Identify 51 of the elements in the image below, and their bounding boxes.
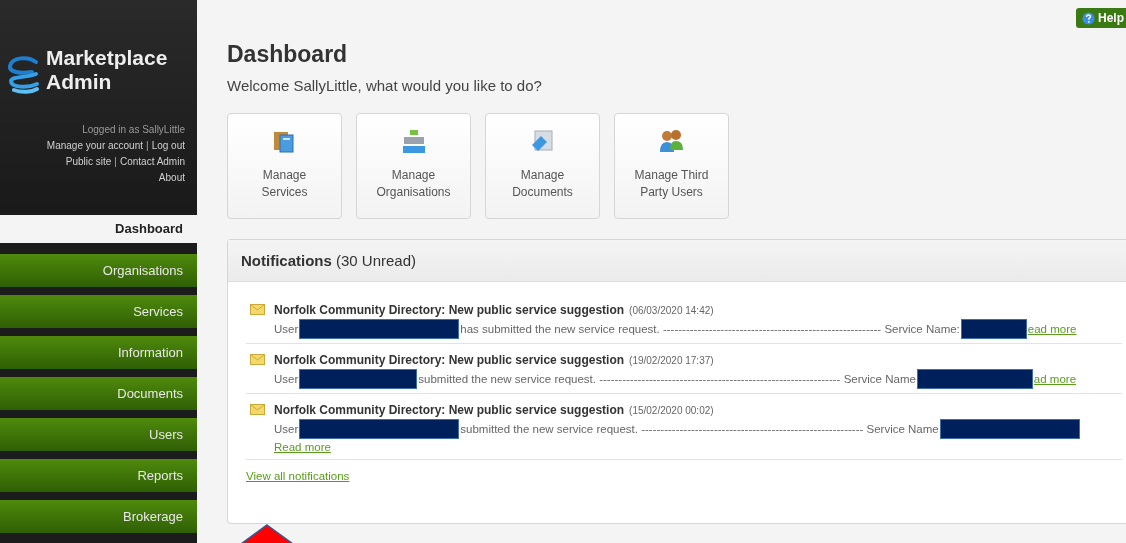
spiral-logo-icon xyxy=(6,54,42,94)
notification-time: (15/02/2020 00:02) xyxy=(629,405,714,416)
users-icon xyxy=(658,129,685,155)
dashboard-tile[interactable]: Manage Documents xyxy=(485,113,600,219)
notification-message: has submitted the new service request. --------------------------------------------------------- Service Name: xyxy=(460,322,960,337)
redaction-box xyxy=(960,319,1027,339)
notification-message: submitted the new service request. --------------------------------------------------------------- Service Name xyxy=(418,372,916,387)
account-link[interactable]: Contact Admin xyxy=(119,154,185,170)
welcome-text: Welcome SallyLittle, what would you like to do? xyxy=(227,77,543,94)
pointer-arrow xyxy=(240,524,294,543)
read-more-link[interactable]: Read more xyxy=(274,439,331,455)
envelope-icon xyxy=(250,304,265,315)
help-icon xyxy=(1082,11,1095,25)
read-more-link[interactable]: ad more xyxy=(1033,371,1077,387)
nav-item[interactable]: Reports xyxy=(0,459,197,492)
user-label: User xyxy=(274,372,299,387)
envelope-icon xyxy=(250,354,265,365)
nav-item[interactable]: Services xyxy=(0,295,197,328)
user-label: User xyxy=(274,422,299,437)
account-link[interactable]: Public site xyxy=(65,154,112,170)
notification-title[interactable]: Norfolk Community Directory: New public service suggestion xyxy=(274,303,625,317)
read-more-link[interactable]: ead more xyxy=(1027,321,1077,337)
user-label: User xyxy=(274,322,299,337)
brand-title: Admin xyxy=(46,70,113,94)
link-separator: | xyxy=(146,139,149,153)
dashboard-tile[interactable]: Manage Services xyxy=(227,113,342,219)
nav-item[interactable]: Dashboard xyxy=(0,215,197,243)
notification-title[interactable]: Norfolk Community Directory: New public service suggestion xyxy=(274,353,625,367)
view-all-link[interactable]: View all notifications xyxy=(246,470,350,482)
account-link[interactable]: Log out xyxy=(151,138,185,154)
help-button[interactable]: Help xyxy=(1076,8,1126,28)
account-link[interactable]: Manage your account xyxy=(46,138,143,154)
nav-item[interactable]: Documents xyxy=(0,377,197,410)
nav-item[interactable]: Users xyxy=(0,418,197,451)
organisations-icon xyxy=(400,129,427,155)
notification-time: (06/03/2020 14:42) xyxy=(629,305,714,316)
envelope-icon xyxy=(250,404,265,415)
dashboard-tile[interactable]: Manage Organisations xyxy=(356,113,471,219)
notification-time: (19/02/2020 17:37) xyxy=(629,355,714,366)
nav-item[interactable]: Organisations xyxy=(0,254,197,287)
login-status: Logged in as SallyLittle xyxy=(82,123,185,137)
notification-title[interactable]: Norfolk Community Directory: New public service suggestion xyxy=(274,403,625,417)
nav-item[interactable]: Information xyxy=(0,336,197,369)
brand-title: Marketplace xyxy=(46,46,168,70)
notifications-heading: Notifications (30 Unread) xyxy=(241,252,417,269)
link-separator: | xyxy=(114,155,117,169)
page-title: Dashboard xyxy=(227,40,349,68)
notification-message: submitted the new service request. ---------------------------------------------------------- Service Name xyxy=(460,422,939,437)
account-link[interactable]: About xyxy=(158,170,185,186)
nav-item[interactable]: Brokerage xyxy=(0,500,197,533)
dashboard-tile[interactable]: Manage Third Party Users xyxy=(614,113,729,219)
